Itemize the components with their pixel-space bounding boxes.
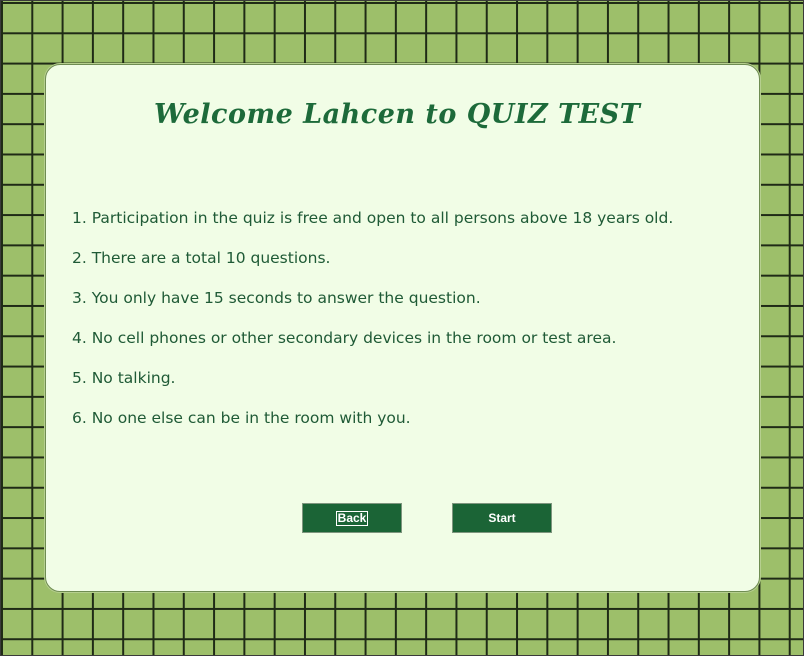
rule-item: 3. You only have 15 seconds to answer th… xyxy=(72,289,481,307)
rules-list: 1. Participation in the quiz is free and… xyxy=(72,206,673,446)
back-button-label: Back xyxy=(335,510,369,526)
page-title: Welcome Lahcen to QUIZ TEST xyxy=(154,99,641,130)
start-button-label: Start xyxy=(488,511,516,525)
quiz-window: { "welcome": { "title": "Welcome Lahcen … xyxy=(0,0,804,656)
rule-item: 2. There are a total 10 questions. xyxy=(72,249,331,267)
rule-item: 1. Participation in the quiz is free and… xyxy=(72,209,674,227)
rule-item: 6. No one else can be in the room with y… xyxy=(72,409,411,427)
rule-item: 4. No cell phones or other secondary dev… xyxy=(72,329,617,347)
start-button[interactable]: Start xyxy=(452,503,552,533)
rule-item: 5. No talking. xyxy=(72,369,176,387)
welcome-panel: Welcome Lahcen to QUIZ TEST 1. Participa… xyxy=(45,64,760,592)
back-button[interactable]: Back xyxy=(302,503,402,533)
